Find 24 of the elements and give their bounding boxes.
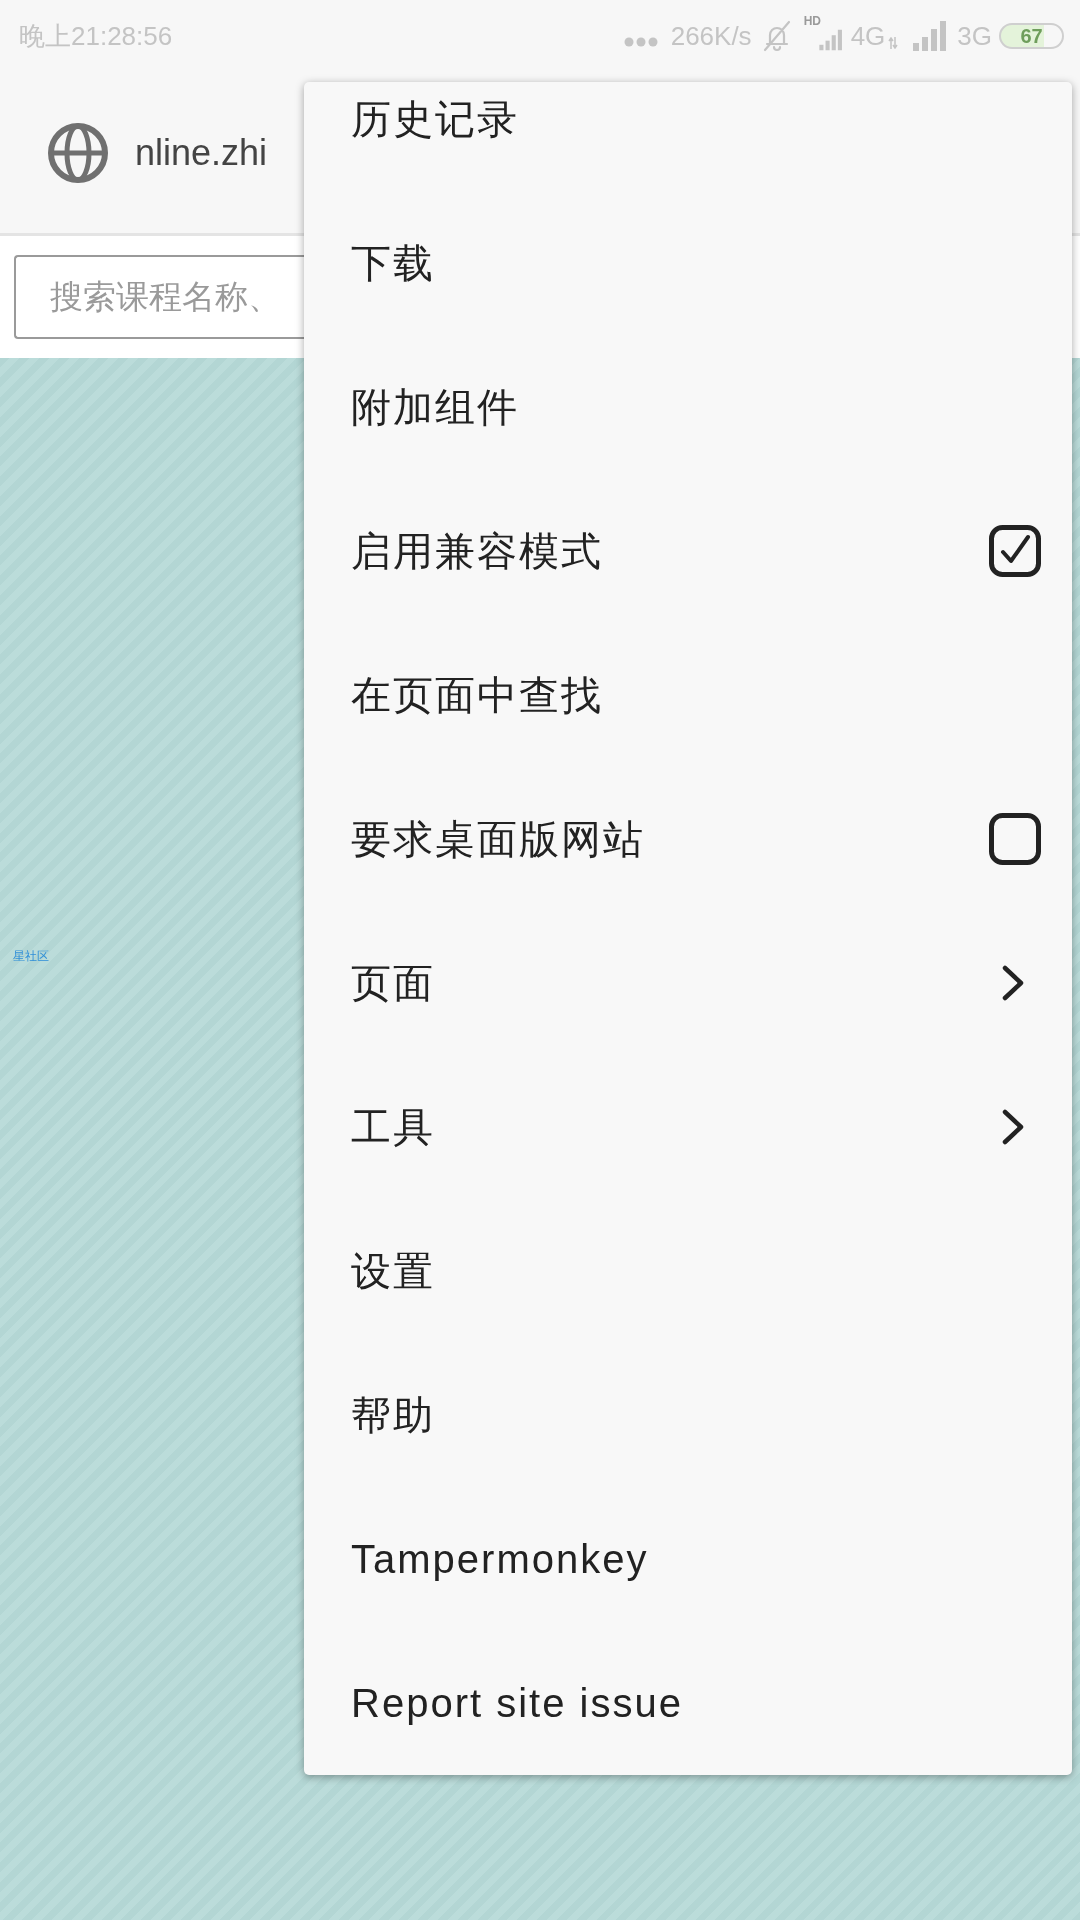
menu-item[interactable]: 要求桌面版网站: [304, 767, 1072, 911]
checkbox[interactable]: [989, 525, 1041, 577]
data-arrows-icon: [888, 37, 899, 49]
more-dots-icon: [623, 37, 658, 47]
checkbox[interactable]: [989, 813, 1041, 865]
menu-item[interactable]: 历史记录: [304, 82, 1072, 191]
url-text[interactable]: nline.zhi: [135, 134, 268, 171]
menu-item[interactable]: 附加组件: [304, 335, 1072, 479]
menu-item[interactable]: 页面: [304, 911, 1072, 1055]
chevron-right-icon: [1002, 965, 1024, 1001]
menu-item[interactable]: 设置: [304, 1199, 1072, 1343]
battery-indicator: 67: [999, 23, 1064, 49]
menu-item[interactable]: 工具: [304, 1055, 1072, 1199]
search-field[interactable]: 搜索课程名称、: [14, 255, 304, 339]
menu-item[interactable]: 下载: [304, 191, 1072, 335]
signal-icon: [817, 27, 844, 53]
menu-item[interactable]: 启用兼容模式: [304, 479, 1072, 623]
menu-item[interactable]: Tampermonkey: [304, 1487, 1072, 1631]
menu-item[interactable]: 在页面中查找: [304, 623, 1072, 767]
chevron-right-icon: [1002, 1109, 1024, 1145]
menu-item[interactable]: 帮助: [304, 1343, 1072, 1487]
hd-label: HD: [803, 15, 821, 27]
menu-item[interactable]: Report site issue: [304, 1631, 1072, 1775]
globe-icon: [48, 122, 108, 183]
